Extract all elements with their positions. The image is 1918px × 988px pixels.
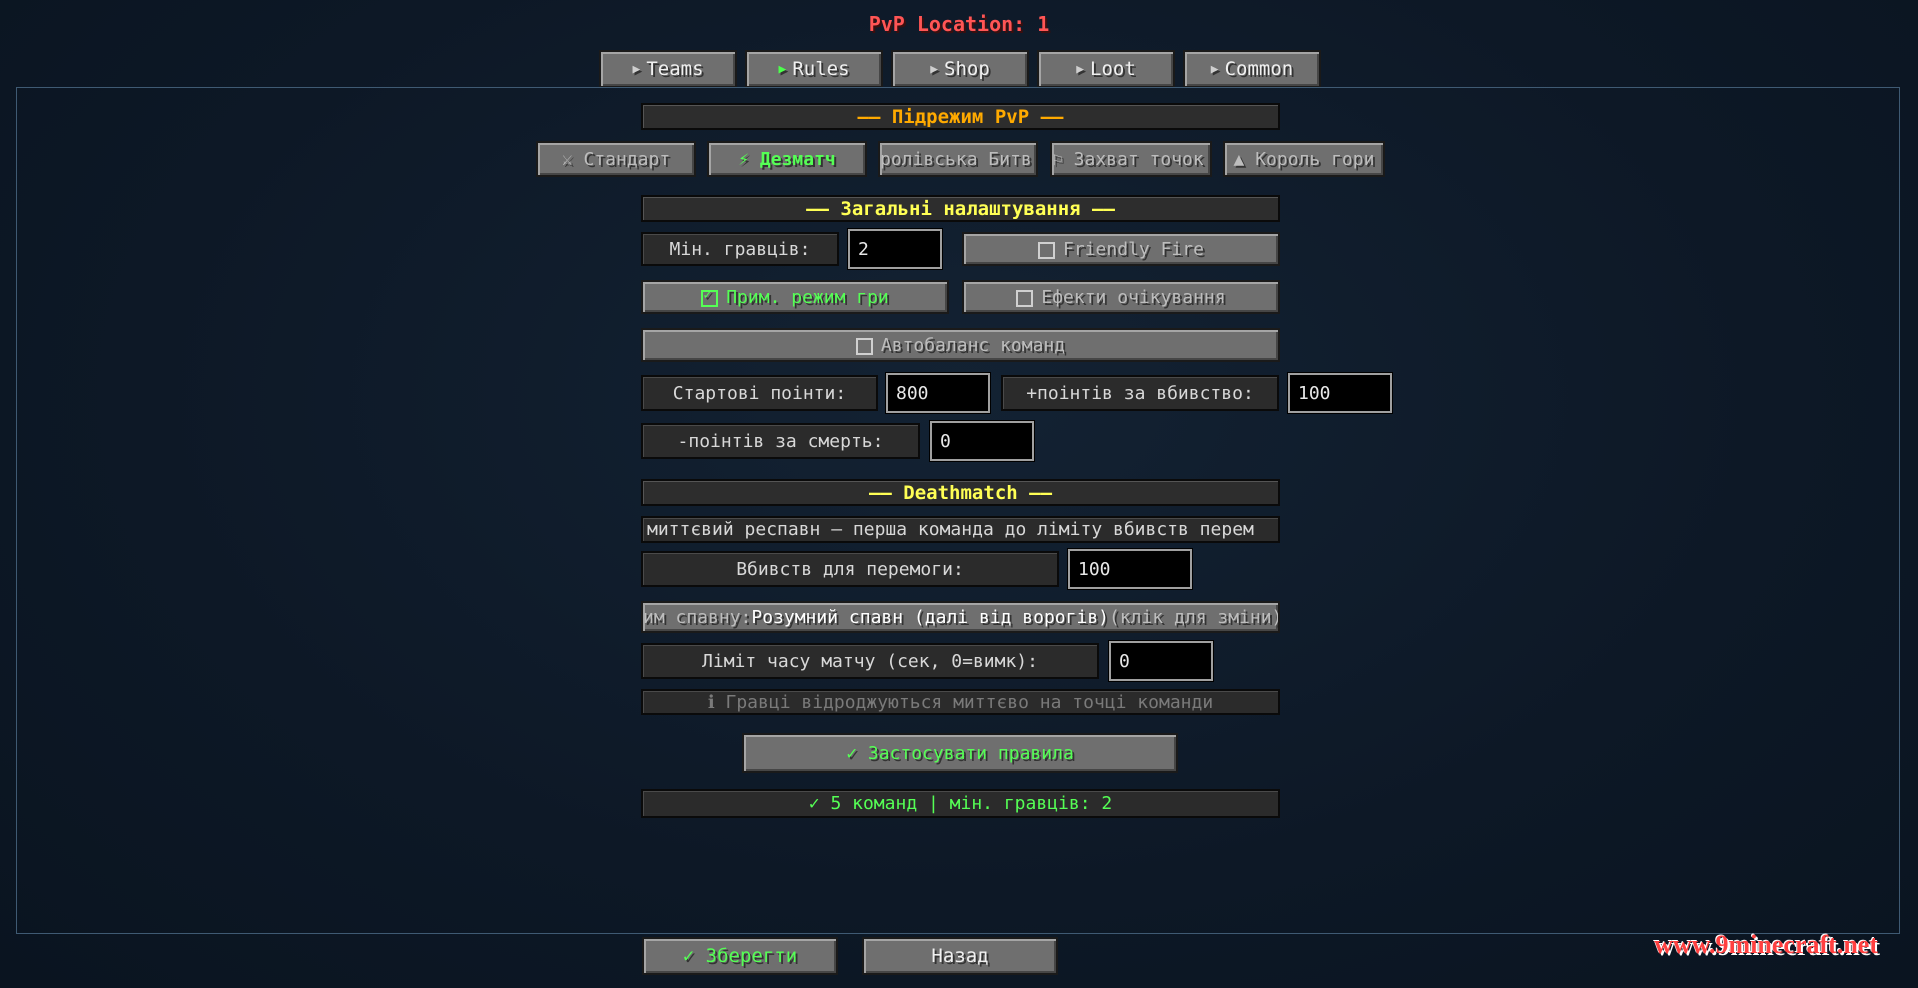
spawn-mode-prefix: им спавну: (643, 606, 752, 628)
tab-label: Loot (1090, 58, 1136, 80)
deathmatch-header: —— Deathmatch —— (641, 479, 1280, 506)
play-arrow-icon: ▶ (1076, 61, 1085, 77)
spawn-mode-hint: (клік для зміни) (1109, 606, 1280, 628)
friendly-fire-label: Friendly Fire (1063, 238, 1204, 260)
time-limit-input[interactable]: 0 (1108, 640, 1214, 682)
death-points-label: -поінтів за смерть: (641, 423, 920, 459)
submode-standard-button[interactable]: ⚔ Стандарт (536, 141, 696, 177)
kill-points-label: +поінтів за вбивство: (1001, 375, 1279, 411)
wait-effects-label: Ефекти очікування (1041, 286, 1226, 308)
tab-rules[interactable]: ▶ Rules (745, 50, 883, 88)
checkbox-icon (855, 337, 873, 355)
time-limit-label: Ліміт часу матчу (сек, 0=вимк): (641, 643, 1099, 679)
checkbox-icon (1038, 241, 1056, 259)
submode-king-of-hill-button[interactable]: ▲ Король гори (1223, 141, 1385, 177)
tab-label: Teams (646, 58, 704, 80)
spawn-mode-button[interactable]: им спавну: Розумний спавн (далі від воро… (641, 601, 1280, 633)
kills-to-win-label: Вбивств для перемоги: (641, 551, 1059, 587)
wait-effects-checkbox[interactable]: Ефекти очікування (962, 280, 1280, 314)
play-arrow-icon: ▶ (632, 61, 641, 77)
tab-label: Common (1224, 58, 1294, 80)
force-gamemode-checkbox[interactable]: Прим. режим гри (641, 280, 949, 314)
submode-deathmatch-button[interactable]: ⚡ Дезматч (707, 141, 867, 177)
play-arrow-icon: ▶ (778, 61, 787, 77)
back-button[interactable]: Назад (862, 937, 1058, 975)
spawn-mode-value: Розумний спавн (далі від ворогів) (751, 606, 1109, 628)
tab-common[interactable]: ▶ Common (1183, 50, 1321, 88)
tab-label: Shop (944, 58, 990, 80)
tab-loot[interactable]: ▶ Loot (1037, 50, 1175, 88)
start-points-input[interactable]: 800 (885, 372, 991, 414)
deathmatch-description: миттєвий респавн — перша команда до лімі… (641, 516, 1280, 543)
friendly-fire-checkbox[interactable]: Friendly Fire (962, 232, 1280, 266)
force-gamemode-label: Прим. режим гри (726, 286, 889, 308)
tab-shop[interactable]: ▶ Shop (891, 50, 1029, 88)
start-points-label: Стартові поінти: (641, 375, 878, 411)
autobalance-checkbox[interactable]: Автобаланс команд (641, 328, 1280, 362)
tab-bar: ▶ Teams ▶ Rules ▶ Shop ▶ Loot ▶ Common (599, 50, 1321, 88)
submode-royal-battle-button[interactable]: ролівська Битв (878, 141, 1038, 177)
tab-teams[interactable]: ▶ Teams (599, 50, 737, 88)
save-button[interactable]: ✓ Зберегти (642, 937, 838, 975)
submode-capture-points-button[interactable]: ⚐ Захват точок (1050, 141, 1212, 177)
min-players-input[interactable]: 2 (847, 228, 943, 270)
watermark: www.9minecraft.net (1654, 930, 1878, 959)
apply-rules-button[interactable]: ✓ Застосувати правила (742, 733, 1178, 773)
status-summary: ✓ 5 команд | мін. гравців: 2 (641, 789, 1280, 818)
general-settings-header: —— Загальні налаштування —— (641, 195, 1280, 222)
respawn-info: ℹ Гравці відроджуються миттєво на точці … (641, 689, 1280, 715)
play-arrow-icon: ▶ (930, 61, 939, 77)
autobalance-label: Автобаланс команд (880, 334, 1066, 356)
kill-points-input[interactable]: 100 (1287, 372, 1393, 414)
min-players-label: Мін. гравців: (641, 232, 839, 266)
checkbox-icon (1016, 289, 1034, 307)
checked-checkbox-icon (701, 287, 719, 307)
play-arrow-icon: ▶ (1210, 61, 1219, 77)
kills-to-win-input[interactable]: 100 (1067, 548, 1193, 590)
submode-header: —— Підрежим PvP —— (641, 103, 1280, 130)
page-title: PvP Location: 1 (868, 12, 1050, 36)
death-points-input[interactable]: 0 (929, 420, 1035, 462)
tab-label: Rules (792, 58, 850, 80)
